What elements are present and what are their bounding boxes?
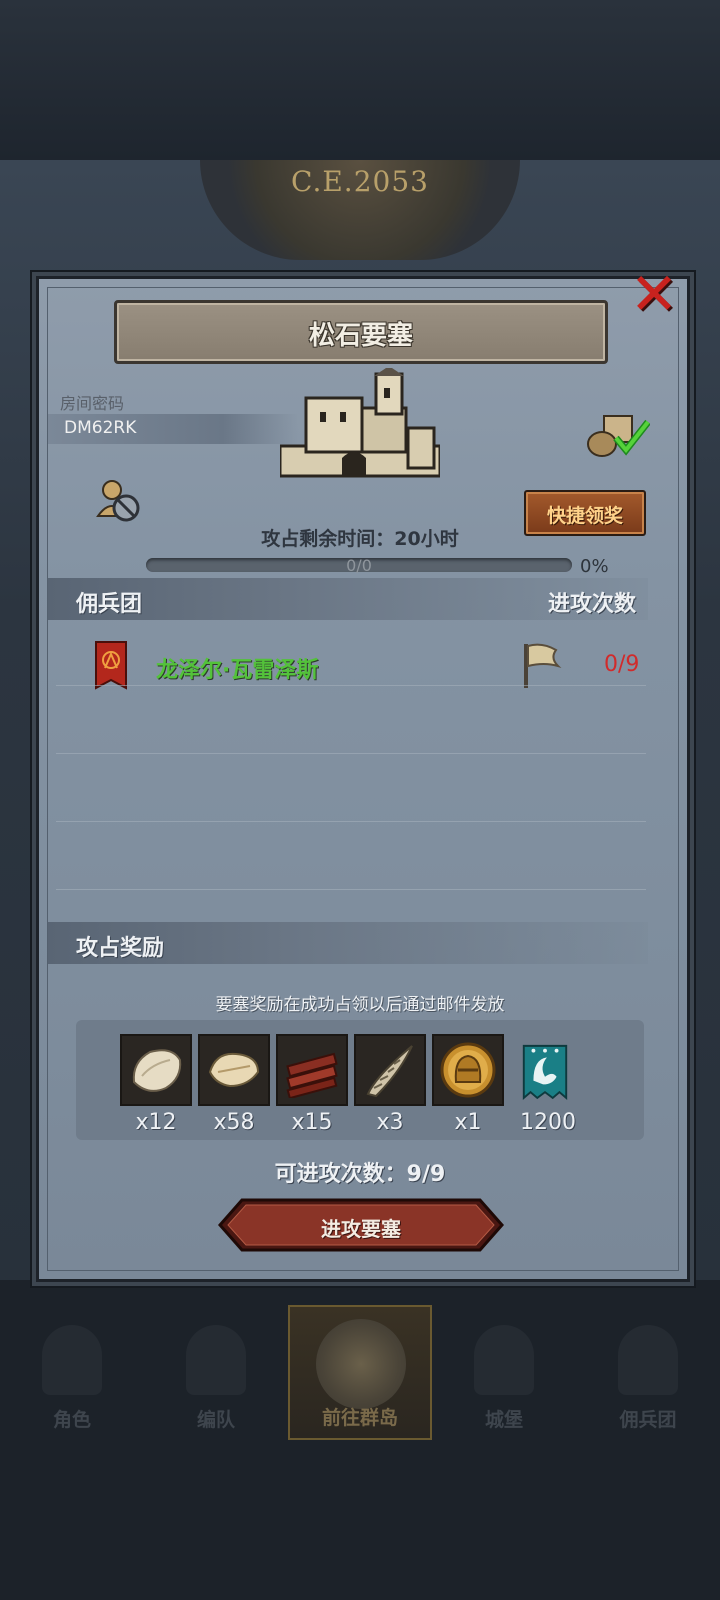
nav-item-formation[interactable]: 编队 [144,1305,288,1440]
reward-box-check-icon[interactable] [586,410,650,460]
reward-qty: x58 [213,1110,255,1135]
knight-helmet-coin-icon [440,1042,496,1098]
progress-percent: 0% [580,556,609,577]
nav-label: 角色 [52,1409,91,1431]
nav-item-mercenary[interactable]: 佣兵团 [576,1305,720,1440]
compass-icon [316,1319,406,1409]
attacks-remaining: 可进攻次数：9/9 [274,1162,446,1187]
nav-item-islands[interactable]: 前往群岛 [288,1305,432,1440]
mercenary-name[interactable]: 龙泽尔·瓦雷泽斯 [156,652,318,684]
mercenary-icon [618,1325,678,1395]
reward-qty: x3 [376,1110,404,1135]
close-icon[interactable]: ✕ [626,265,682,324]
no-mercenary-icon[interactable] [96,478,142,524]
divider [56,753,646,754]
nav-item-castle[interactable]: 城堡 [432,1305,576,1440]
reward-item[interactable] [354,1034,426,1106]
attack-count-header: 进攻次数 [548,592,637,617]
reward-qty: x12 [135,1110,177,1135]
formation-icon [186,1325,246,1395]
room-code-label: 房间密码 [60,394,125,413]
reward-item[interactable] [198,1034,270,1106]
divider [56,685,646,686]
attack-fortress-label: 进攻要塞 [321,1217,401,1241]
leather-hide-icon [208,1052,260,1088]
castle-icon [474,1325,534,1395]
horn-icon [366,1045,413,1098]
title-banner: 松石要塞 [114,300,608,364]
reward-qty: x15 [291,1110,333,1135]
fur-pelt-icon [132,1049,182,1092]
divider [56,821,646,822]
era-label: C.E.2053 [291,165,429,198]
reward-item[interactable] [432,1034,504,1106]
fortress-icon [280,368,440,478]
character-icon [42,1325,102,1395]
bottom-nav: 角色 编队 前往群岛 城堡 佣兵团 [0,1305,720,1440]
nav-label: 前往群岛 [321,1407,398,1429]
mercenary-section-title: 佣兵团 [76,592,143,617]
wood-planks-icon [286,1052,338,1098]
nav-label: 城堡 [484,1409,523,1431]
rewards-section-title: 攻占奖励 [76,936,165,961]
progress-text: 0/0 [346,556,372,575]
flag-icon [524,643,562,688]
reward-item[interactable] [510,1034,582,1106]
nav-label: 编队 [196,1409,235,1431]
dialog-title: 松石要塞 [308,321,413,351]
top-backdrop [0,0,720,160]
time-remaining: 攻占剩余时间：20小时 [261,528,459,550]
reward-qty: x1 [454,1110,482,1135]
divider [56,889,646,890]
reward-note: 要塞奖励在成功占领以后通过邮件发放 [215,995,505,1015]
attack-count: 0/9 [604,652,640,677]
reward-item[interactable] [276,1034,348,1106]
reward-qty: 1200 [520,1110,576,1135]
nav-item-character[interactable]: 角色 [0,1305,144,1440]
guild-banner-icon [95,641,127,690]
guild-banner-icon [522,1044,568,1101]
room-code-value: DM62RK [64,418,137,438]
reward-item[interactable] [120,1034,192,1106]
nav-label: 佣兵团 [619,1409,677,1431]
